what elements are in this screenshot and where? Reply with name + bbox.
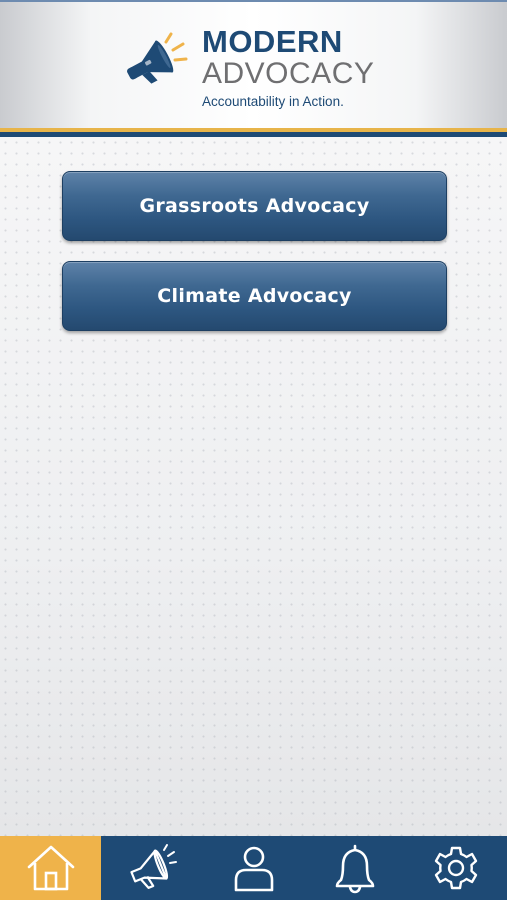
logo-tagline: Accountability in Action. bbox=[202, 94, 344, 109]
profile-icon bbox=[234, 846, 273, 892]
logo-line-advocacy: ADVOCACY bbox=[202, 57, 375, 90]
gear-icon bbox=[435, 846, 478, 890]
climate-advocacy-label: Climate Advocacy bbox=[157, 285, 352, 307]
home-icon bbox=[27, 845, 75, 891]
tab-profile[interactable] bbox=[203, 836, 304, 900]
app-logo: MODERN ADVOCACY Accountability in Action… bbox=[122, 26, 382, 120]
tab-notifications[interactable] bbox=[304, 836, 405, 900]
tab-settings[interactable] bbox=[406, 836, 507, 900]
megaphone-icon bbox=[130, 844, 178, 889]
bell-icon bbox=[335, 844, 375, 894]
main-content bbox=[0, 137, 507, 836]
climate-advocacy-button[interactable]: Climate Advocacy bbox=[62, 261, 447, 331]
app-screen: MODERN ADVOCACY Accountability in Action… bbox=[0, 0, 507, 900]
logo-line-modern: MODERN bbox=[202, 24, 343, 59]
megaphone-icon bbox=[127, 32, 188, 84]
tab-campaigns[interactable] bbox=[101, 836, 202, 900]
grassroots-advocacy-label: Grassroots Advocacy bbox=[139, 195, 370, 217]
app-header: MODERN ADVOCACY Accountability in Action… bbox=[0, 0, 507, 128]
bottom-tab-bar bbox=[0, 836, 507, 900]
grassroots-advocacy-button[interactable]: Grassroots Advocacy bbox=[62, 171, 447, 241]
tab-home[interactable] bbox=[0, 836, 102, 900]
logo-wordmark: MODERN ADVOCACY Accountability in Action… bbox=[202, 26, 392, 111]
